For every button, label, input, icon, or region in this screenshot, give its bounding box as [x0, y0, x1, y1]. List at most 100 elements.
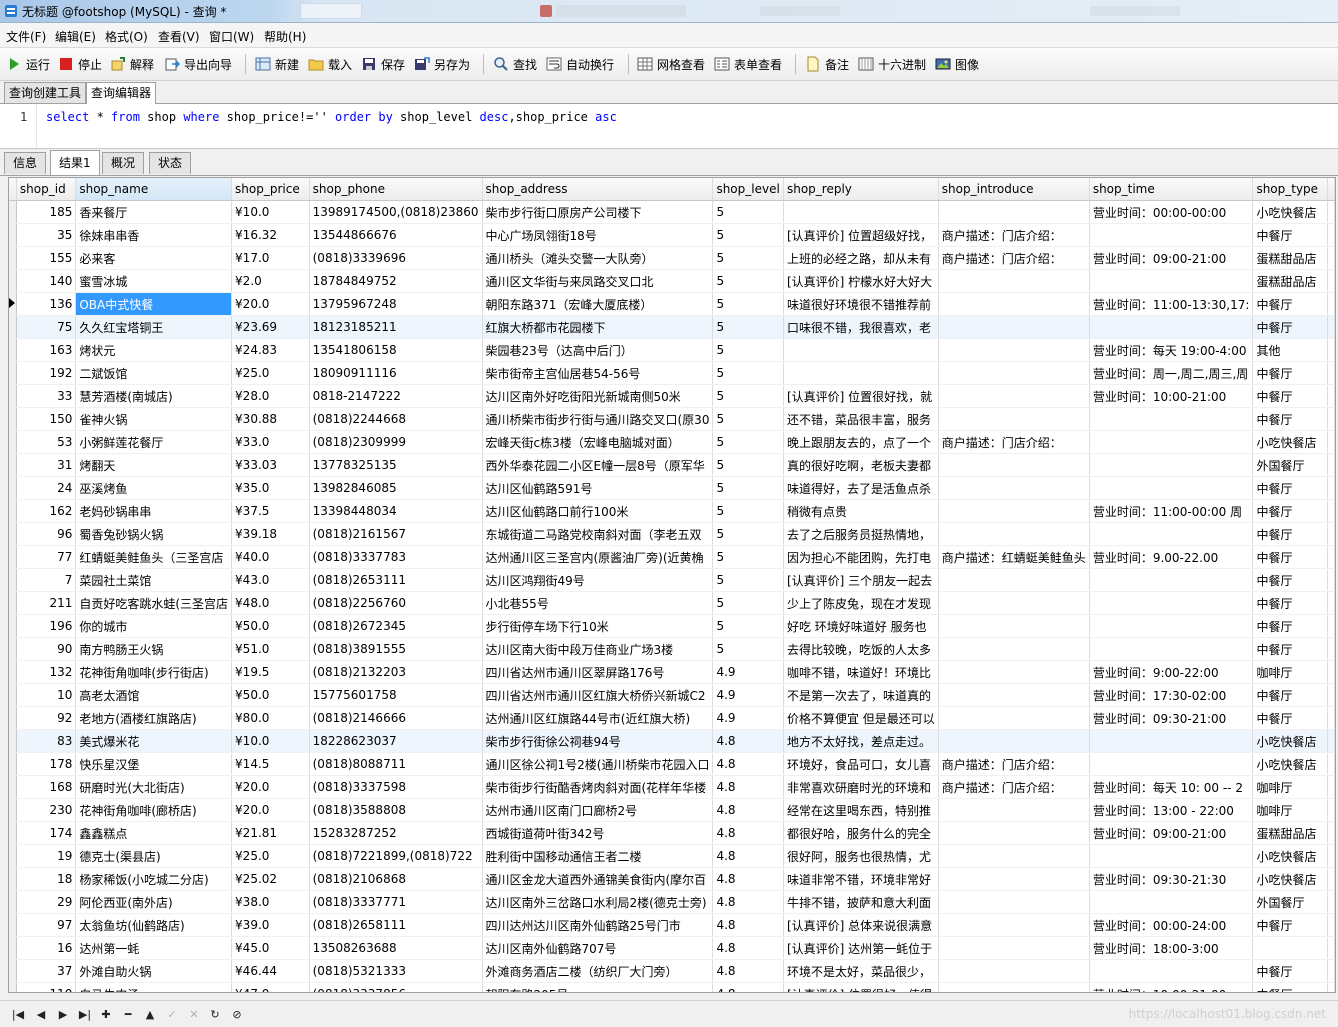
cell-shop-reply[interactable]: 经常在这里喝东西，特别推: [783, 798, 939, 822]
cell-shop-name[interactable]: 鑫鑫糕点: [75, 821, 233, 845]
cell-shop-reply[interactable]: 真的很好吃啊，老板夫妻都: [783, 453, 939, 477]
cell-shop-type[interactable]: 中餐厅: [1252, 384, 1328, 408]
cell-shop-name[interactable]: OBA中式快餐: [75, 292, 233, 316]
cell-shop-type[interactable]: 中餐厅: [1252, 292, 1328, 316]
cell-shop-level[interactable]: 5: [712, 591, 784, 615]
cell-shop-time[interactable]: 营业时间：09:30-21:30: [1089, 867, 1254, 891]
cell-shop-introduce[interactable]: 商户描述：门店介绍：: [938, 775, 1090, 799]
cell-shop-price[interactable]: ¥39.18: [231, 522, 310, 546]
tab-status[interactable]: 状态: [149, 152, 192, 174]
cell-shop-address[interactable]: 外滩商务酒店二楼（纺织厂大门旁）: [482, 959, 714, 983]
cell-shop-level[interactable]: 5: [712, 269, 784, 293]
cell-shop-phone[interactable]: 18784849752: [309, 269, 483, 293]
cell-shop-id[interactable]: 230: [16, 798, 77, 822]
cell-shop-phone[interactable]: (0818)2244668: [309, 407, 483, 431]
delete-record-icon[interactable]: ━: [120, 1006, 136, 1022]
cell-shop-level[interactable]: 4.8: [712, 890, 784, 914]
cell-shop-reply[interactable]: 去了之后服务员挺热情地，: [783, 522, 939, 546]
cell-shop-phone[interactable]: (0818)3337598: [309, 775, 483, 799]
cell-shop-phone[interactable]: 13398448034: [309, 499, 483, 523]
cell-shop-name[interactable]: 慧芳酒楼(南城店): [75, 384, 233, 408]
cell-shop-reply[interactable]: [认真评价] 位置很好找，就: [783, 384, 939, 408]
cell-shop-address[interactable]: 四川省达州市通川区翠屏路176号: [482, 660, 714, 684]
cell-shop-price[interactable]: ¥37.5: [231, 499, 310, 523]
cell-shop-introduce[interactable]: [938, 913, 1090, 937]
cell-shop-introduce[interactable]: [938, 821, 1090, 845]
cell-shop-name[interactable]: 必来客: [75, 246, 233, 270]
menu-window[interactable]: 窗口(W): [209, 28, 254, 45]
cell-shop-price[interactable]: ¥30.88: [231, 407, 310, 431]
table-row[interactable]: 96 蜀香兔砂锅火锅 ¥39.18 (0818)2161567 东城街道二马路党校南斜对…: [9, 522, 1335, 546]
cell-shop-address[interactable]: 达川区南外好吃街阳光新城南侧50米: [482, 384, 714, 408]
cell-shop-id[interactable]: 92: [16, 706, 77, 730]
sql-editor[interactable]: 1 select * from shop where shop_price!='…: [0, 104, 1338, 149]
cell-shop-reply[interactable]: 少上了陈皮兔，现在才发现: [783, 591, 939, 615]
cell-shop-time[interactable]: 营业时间：00:00-24:00: [1089, 913, 1254, 937]
cell-shop-type[interactable]: 其他: [1252, 338, 1328, 362]
table-row[interactable]: 75 久久红宝塔铜王 ¥23.69 18123185211 红旗大桥都市花园楼下 5 口味很…: [9, 315, 1335, 339]
table-row[interactable]: 178 快乐星汉堡 ¥14.5 (0818)8088711 通川区徐公祠1号2楼(通川桥…: [9, 752, 1335, 776]
cell-shop-id[interactable]: 77: [16, 545, 77, 569]
column-header-shop-price[interactable]: shop_price: [231, 178, 310, 201]
cell-shop-type[interactable]: 中餐厅: [1252, 614, 1328, 638]
column-header-shop-type[interactable]: shop_type: [1252, 178, 1328, 201]
cell-shop-id[interactable]: 31: [16, 453, 77, 477]
cell-shop-id[interactable]: 53: [16, 430, 77, 454]
cell-shop-level[interactable]: 4.8: [712, 821, 784, 845]
cell-shop-name[interactable]: 烤状元: [75, 338, 233, 362]
cell-shop-level[interactable]: 5: [712, 522, 784, 546]
table-row[interactable]: 16 达州第一蚝 ¥45.0 13508263688 达川区南外仙鹤路707号 4.8 [认…: [9, 936, 1335, 960]
cell-shop-level[interactable]: 4.9: [712, 660, 784, 684]
cell-shop-price[interactable]: ¥25.02: [231, 867, 310, 891]
cell-shop-reply[interactable]: 非常喜欢研磨时光的环境和: [783, 775, 939, 799]
row-indicator[interactable]: [9, 384, 17, 408]
cell-shop-price[interactable]: ¥39.0: [231, 913, 310, 937]
cell-shop-phone[interactable]: 0818-2147222: [309, 384, 483, 408]
cell-shop-introduce[interactable]: [938, 338, 1090, 362]
cell-shop-time[interactable]: [1089, 568, 1254, 592]
cell-shop-address[interactable]: 达川区南外仙鹤路707号: [482, 936, 714, 960]
refresh-icon[interactable]: ↻: [207, 1006, 223, 1022]
cell-shop-address[interactable]: 朝阳东路205号: [482, 982, 714, 992]
cell-shop-address[interactable]: 四川省达州市通川区红旗大桥侨兴新城C2: [482, 683, 714, 707]
cell-shop-reply[interactable]: 都很好哈，服务什么的完全: [783, 821, 939, 845]
cell-shop-reply[interactable]: [认真评价] 位置很好，值得: [783, 982, 939, 992]
save-as-button[interactable]: 另存为: [414, 54, 470, 74]
cell-shop-id[interactable]: 192: [16, 361, 77, 385]
cell-shop-id[interactable]: 75: [16, 315, 77, 339]
cell-shop-reply[interactable]: 口味很不错，我很喜欢，老: [783, 315, 939, 339]
cell-shop-time[interactable]: [1089, 890, 1254, 914]
row-indicator[interactable]: [9, 476, 17, 500]
cell-shop-introduce[interactable]: [938, 660, 1090, 684]
table-row[interactable]: 37 外滩自助火锅 ¥46.44 (0818)5321333 外滩商务酒店二楼（纺织厂大…: [9, 959, 1335, 983]
cell-shop-phone[interactable]: (0818)3337783: [309, 545, 483, 569]
table-row[interactable]: 174 鑫鑫糕点 ¥21.81 15283287252 西城街道荷叶街342号 4.8 都很…: [9, 821, 1335, 845]
cell-shop-level[interactable]: 5: [712, 476, 784, 500]
cell-shop-name[interactable]: 太翁鱼坊(仙鹤路店): [75, 913, 233, 937]
cell-shop-level[interactable]: 5: [712, 338, 784, 362]
cell-shop-address[interactable]: 小北巷55号: [482, 591, 714, 615]
cell-shop-level[interactable]: 5: [712, 315, 784, 339]
table-row[interactable]: 77 红蜻蜓美鲑鱼头（三圣宫店 ¥40.0 (0818)3337783 达州通川区三圣宫…: [9, 545, 1335, 569]
cell-shop-name[interactable]: 外滩自助火锅: [75, 959, 233, 983]
cell-shop-type[interactable]: 中餐厅: [1252, 545, 1328, 569]
cell-shop-name[interactable]: 红蜻蜓美鲑鱼头（三圣宫店: [75, 545, 233, 569]
cell-shop-id[interactable]: 37: [16, 959, 77, 983]
cell-shop-price[interactable]: ¥45.0: [231, 936, 310, 960]
cell-shop-introduce[interactable]: 商户描述：门店介绍：: [938, 752, 1090, 776]
cell-shop-time[interactable]: 营业时间：每天 19:00-4:00: [1089, 338, 1254, 362]
row-indicator[interactable]: [9, 200, 17, 224]
cell-shop-id[interactable]: 16: [16, 936, 77, 960]
cell-shop-name[interactable]: 你的城市: [75, 614, 233, 638]
table-row[interactable]: 33 慧芳酒楼(南城店) ¥28.0 0818-2147222 达川区南外好吃街阳光新城…: [9, 384, 1335, 408]
cell-shop-name[interactable]: 小粥鲜莲花餐厅: [75, 430, 233, 454]
cell-shop-introduce[interactable]: [938, 200, 1090, 224]
column-header-shop-time[interactable]: shop_time: [1089, 178, 1254, 201]
cell-shop-address[interactable]: 中心广场凤翎街18号: [482, 223, 714, 247]
cell-shop-address[interactable]: 红旗大桥都市花园楼下: [482, 315, 714, 339]
next-record-icon[interactable]: ▶: [55, 1006, 71, 1022]
cell-shop-level[interactable]: 5: [712, 407, 784, 431]
cell-shop-phone[interactable]: (0818)3339696: [309, 246, 483, 270]
cell-shop-phone[interactable]: (0818)2146666: [309, 706, 483, 730]
cell-shop-level[interactable]: 5: [712, 568, 784, 592]
